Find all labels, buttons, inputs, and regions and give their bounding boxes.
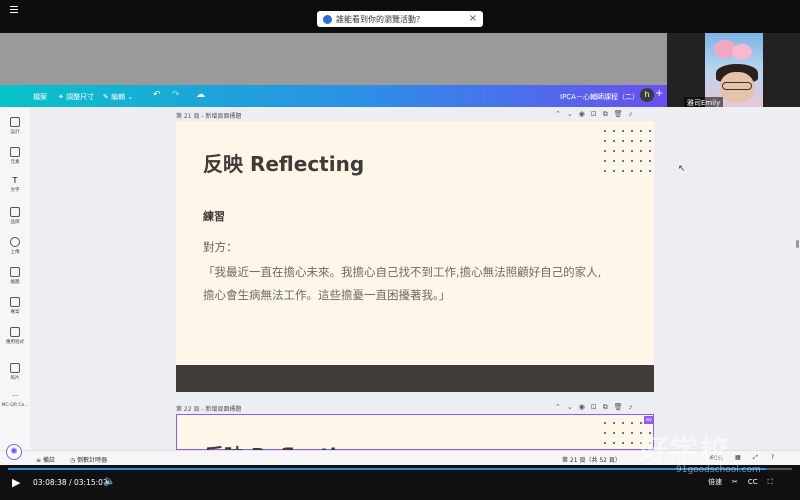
scissors-icon[interactable]: ✂	[732, 478, 738, 486]
webcam-background-decoration	[732, 44, 752, 60]
scrollbar[interactable]	[796, 240, 799, 248]
browser-chrome-area	[0, 33, 667, 85]
elements-icon	[10, 147, 20, 157]
sidebar-item-design[interactable]: 設計	[0, 117, 30, 135]
dot-pattern-decoration	[604, 130, 651, 172]
cloud-upload-icon	[10, 237, 20, 247]
share-notice-text: 誰能看到你的瀏覽活動？	[336, 14, 424, 24]
slide-quote-text[interactable]: 「我最近一直在擔心未來。我擔心自己找不到工作,擔心無法照顧好自己的家人,擔心會生…	[203, 261, 603, 307]
resize-button[interactable]: ✦ 調整尺寸	[58, 92, 94, 102]
share-icon	[323, 14, 332, 24]
timer-label: 倒數計時器	[77, 457, 108, 464]
page-22-controls[interactable]: ⌃⌄◉⊡⧉🗑⤴	[555, 403, 639, 412]
page-21-header[interactable]: 第 21 頁 - 新增頁面標題	[176, 111, 241, 120]
redo-icon[interactable]: ↷	[172, 90, 180, 100]
mouse-cursor: ↖	[678, 164, 686, 174]
slide-footer-band	[176, 365, 654, 392]
magic-assistant-button[interactable]: ✺	[6, 444, 22, 460]
collaborator-tag: ay	[644, 416, 654, 424]
sidebar-item-apps[interactable]: 應用程式	[0, 327, 30, 345]
slide-subtitle[interactable]: 練習	[203, 208, 225, 224]
page-counter[interactable]: 第 21 頁（共 52 頁）	[562, 455, 621, 464]
user-avatar[interactable]: h	[640, 88, 654, 102]
play-button[interactable]: ▶	[12, 476, 20, 489]
qr-icon: ···	[12, 393, 18, 400]
progress-fill	[8, 468, 767, 470]
sidebar-item-photos[interactable]: 照片	[0, 363, 30, 381]
speed-button[interactable]: 倍速	[708, 477, 722, 487]
time-separator: /	[69, 478, 72, 487]
design-icon	[10, 117, 20, 127]
slide-title[interactable]: 反映 Reflecting	[203, 148, 364, 177]
notes-button[interactable]: ≡ 備註	[36, 455, 55, 464]
player-right-controls: 倍速 ✂ CC ⛶	[708, 477, 773, 487]
menu-icon[interactable]	[10, 6, 18, 13]
edit-menu[interactable]: ✎ 編輯 ⌄	[103, 92, 133, 102]
timer-button[interactable]: ◷ 倒數計時器	[70, 455, 107, 464]
file-menu[interactable]: 檔案	[33, 92, 47, 102]
fullscreen-icon[interactable]: ⤢	[753, 454, 758, 462]
screen-share-notice[interactable]: 誰能看到你的瀏覽活動？ ×	[317, 11, 483, 27]
undo-icon[interactable]: ↶	[153, 90, 161, 100]
current-time: 03:08:38	[33, 478, 67, 487]
sidebar-item-projects[interactable]: 專案	[0, 297, 30, 315]
apps-icon	[10, 327, 20, 337]
playback-time: 03:08:38 / 03:15:07	[33, 478, 108, 487]
photo-icon	[10, 363, 20, 373]
brand-icon	[10, 207, 20, 217]
grid-view-icon[interactable]: ▦	[735, 454, 741, 461]
cloud-save-icon[interactable]: ☁	[196, 90, 205, 100]
sidebar-item-qr-code[interactable]: ··· MC-QR Co...	[0, 393, 30, 408]
document-title[interactable]: IPCA－心輔師課程（二）	[560, 92, 639, 102]
volume-icon[interactable]: 🔈	[103, 476, 115, 487]
fullscreen-player-icon[interactable]: ⛶	[768, 478, 773, 487]
slide-speaker-label[interactable]: 對方：	[203, 239, 238, 255]
sidebar-item-elements[interactable]: 元素	[0, 147, 30, 165]
subtitles-icon[interactable]: CC	[748, 478, 758, 486]
sidebar-item-uploads[interactable]: 上傳	[0, 237, 30, 255]
sidebar-item-draw[interactable]: 繪圖	[0, 267, 30, 285]
watermark-url: 91goodschool.com	[676, 465, 761, 475]
text-icon: T	[12, 176, 18, 185]
page-22-header[interactable]: 第 22 頁 - 新增頁面標題	[176, 404, 241, 413]
webcam-person-glasses	[722, 82, 752, 90]
editor-toolbar: 檔案 ✦ 調整尺寸 ✎ 編輯 ⌄ ↶ ↷ ☁ IPCA－心輔師課程（二）	[0, 85, 667, 107]
edit-label: 編輯	[111, 93, 126, 101]
watermark-logo: 好学校	[640, 433, 731, 466]
notes-label: 備註	[42, 457, 55, 464]
resize-label: 調整尺寸	[66, 93, 95, 101]
sidebar: 設計 元素 T 文字 品牌 上傳 繪圖 專案 應用程式 照片 ··· MC-QR C…	[0, 107, 31, 465]
sidebar-item-text[interactable]: T 文字	[0, 176, 30, 194]
help-icon[interactable]: ?	[771, 454, 774, 461]
sidebar-item-brand[interactable]: 品牌	[0, 207, 30, 225]
add-collaborator-button[interactable]: +	[655, 88, 663, 99]
page-21-controls[interactable]: ⌃⌄◉⊡⧉🗑⤴	[555, 110, 639, 119]
folder-icon	[10, 297, 20, 307]
close-icon[interactable]: ×	[469, 14, 477, 24]
draw-icon	[10, 267, 20, 277]
